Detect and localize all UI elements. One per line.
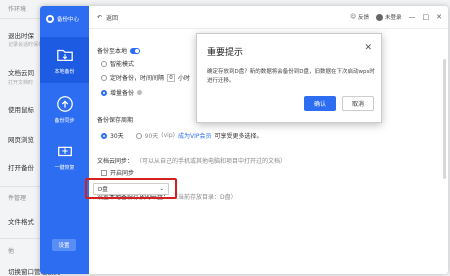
- bg-section-other: 他: [8, 248, 15, 255]
- app-logo-icon: [46, 15, 54, 23]
- confirm-dialog: 重要提示 ✕ 确定存放到D盘？新的数据将会备份到D盘，旧数据在下次启动wps时进…: [196, 33, 382, 123]
- nav-one-click-restore[interactable]: 一键恢复: [40, 133, 89, 179]
- smart-mode-label: 智能模式: [110, 61, 135, 68]
- smart-mode-radio[interactable]: [101, 60, 107, 67]
- back-label: 返回: [106, 15, 119, 22]
- cloud-sync-title: 文档云同步：: [97, 158, 134, 165]
- topbar-actions: ☺ 反馈 未登录 — □ ✕: [350, 13, 442, 21]
- bg-item-exit-save[interactable]: 退出时保: [8, 30, 34, 40]
- back-arrow-icon: ↶: [97, 14, 103, 21]
- backup-to-local-label: 备份至本地: [97, 48, 128, 55]
- highlight-annotation: [85, 178, 177, 199]
- backup-to-local-row: 备份至本地: [97, 46, 141, 55]
- dialog-title: 重要提示: [207, 48, 244, 58]
- cloud-sync-row: 文档云同步： （可以从自己的手机或其他电脑和项目中打开过的文档）: [97, 156, 286, 165]
- nav-backup-sync[interactable]: 备份同步: [40, 86, 89, 132]
- bg-section-file-mgmt: 件管理: [8, 195, 27, 202]
- timed-backup-label: 定时备份，时间间隔: [110, 75, 165, 82]
- vip-link[interactable]: 成为VIP会员: [178, 131, 212, 140]
- divider: [0, 186, 40, 187]
- retention-30-radio[interactable]: [101, 132, 107, 139]
- settings-button[interactable]: 设置: [52, 239, 76, 251]
- scrollbar[interactable]: [443, 59, 446, 179]
- drive-desc: （当前存放目录：D盘）: [172, 194, 237, 201]
- close-icon[interactable]: ✕: [364, 43, 372, 53]
- minimize-button[interactable]: —: [409, 13, 416, 21]
- bg-item-desc: 记录会话时保存: [8, 42, 44, 48]
- cancel-button[interactable]: 取消: [342, 96, 374, 111]
- cloud-upload-icon: [56, 95, 74, 113]
- nav-label: 一键恢复: [54, 164, 75, 171]
- bg-section-work-env: 作环境: [8, 6, 27, 13]
- chat-icon: ☺: [350, 14, 356, 20]
- app-title: 备份中心: [57, 17, 80, 23]
- timed-backup-option[interactable]: 定时备份，时间间隔 0 小时: [101, 73, 190, 82]
- app-logo: 备份中心: [46, 15, 79, 23]
- nav-label: 备份同步: [54, 117, 75, 124]
- bg-item-doc-cloud[interactable]: 文档云同: [8, 67, 34, 77]
- cloud-sync-checkbox[interactable]: [101, 169, 107, 176]
- bg-item-web[interactable]: 网页浏览: [8, 134, 34, 144]
- nav-local-backup[interactable]: 本地备份: [40, 37, 89, 83]
- incremental-backup-option[interactable]: 增量备份: [101, 88, 143, 97]
- interval-unit: 小时: [178, 75, 191, 82]
- sidebar: 备份中心 本地备份 备份同步 一键恢复 设置: [40, 6, 89, 274]
- retention-30-label: 30天: [110, 133, 124, 140]
- user-label: 未登录: [384, 15, 402, 21]
- nav-label: 本地备份: [54, 68, 75, 75]
- confirm-button[interactable]: 确认: [304, 96, 336, 111]
- retention-90-vip: (vip): [161, 132, 175, 139]
- divider: [0, 238, 40, 239]
- cloud-sync-desc: （可以从自己的手机或其他电脑和项目中打开过的文档）: [136, 158, 287, 165]
- retention-options: 30天 90天 (vip) 成为VIP会员 可享受更多选择。: [101, 131, 263, 140]
- close-button[interactable]: ✕: [436, 13, 442, 21]
- bg-item-mouse[interactable]: 使用鼠标: [8, 104, 34, 114]
- maximize-button[interactable]: □: [423, 13, 430, 21]
- help-icon[interactable]: [137, 90, 143, 95]
- feedback-button[interactable]: ☺ 反馈: [350, 13, 369, 21]
- cloud-sync-toggle-label: 开启同步: [110, 170, 135, 177]
- bg-item-file-format[interactable]: 文件格式: [8, 216, 34, 226]
- window-topbar: ↶ 返回 ☺ 反馈 未登录 — □ ✕: [89, 6, 448, 29]
- incremental-backup-radio[interactable]: [101, 89, 107, 96]
- bg-item-desc: 打开文档时: [8, 80, 34, 86]
- restore-icon: [56, 142, 74, 160]
- interval-input[interactable]: 0: [167, 73, 176, 82]
- retention-more: 可享受更多选择。: [214, 133, 263, 140]
- smart-mode-option[interactable]: 智能模式: [101, 59, 134, 68]
- folder-icon: [56, 46, 74, 64]
- back-button[interactable]: ↶ 返回: [97, 13, 118, 22]
- avatar: [375, 13, 383, 21]
- dialog-message: 确定存放到D盘？新的数据将会备份到D盘，旧数据在下次启动wps时进行迁移。: [207, 69, 375, 84]
- timed-backup-radio[interactable]: [101, 74, 107, 81]
- retention-90-radio[interactable]: [135, 132, 142, 139]
- divider: [0, 18, 40, 19]
- backup-to-local-toggle[interactable]: [130, 47, 141, 54]
- incremental-backup-label: 增量备份: [110, 90, 135, 97]
- retention-90-label: 90天: [144, 133, 159, 140]
- feedback-label: 反馈: [357, 15, 369, 21]
- retention-title: 备份保存周期: [97, 117, 134, 124]
- cloud-sync-option[interactable]: 开启同步: [101, 168, 134, 177]
- login-button[interactable]: 未登录: [375, 13, 402, 21]
- bg-item-open-backup[interactable]: 打开备份: [8, 162, 34, 172]
